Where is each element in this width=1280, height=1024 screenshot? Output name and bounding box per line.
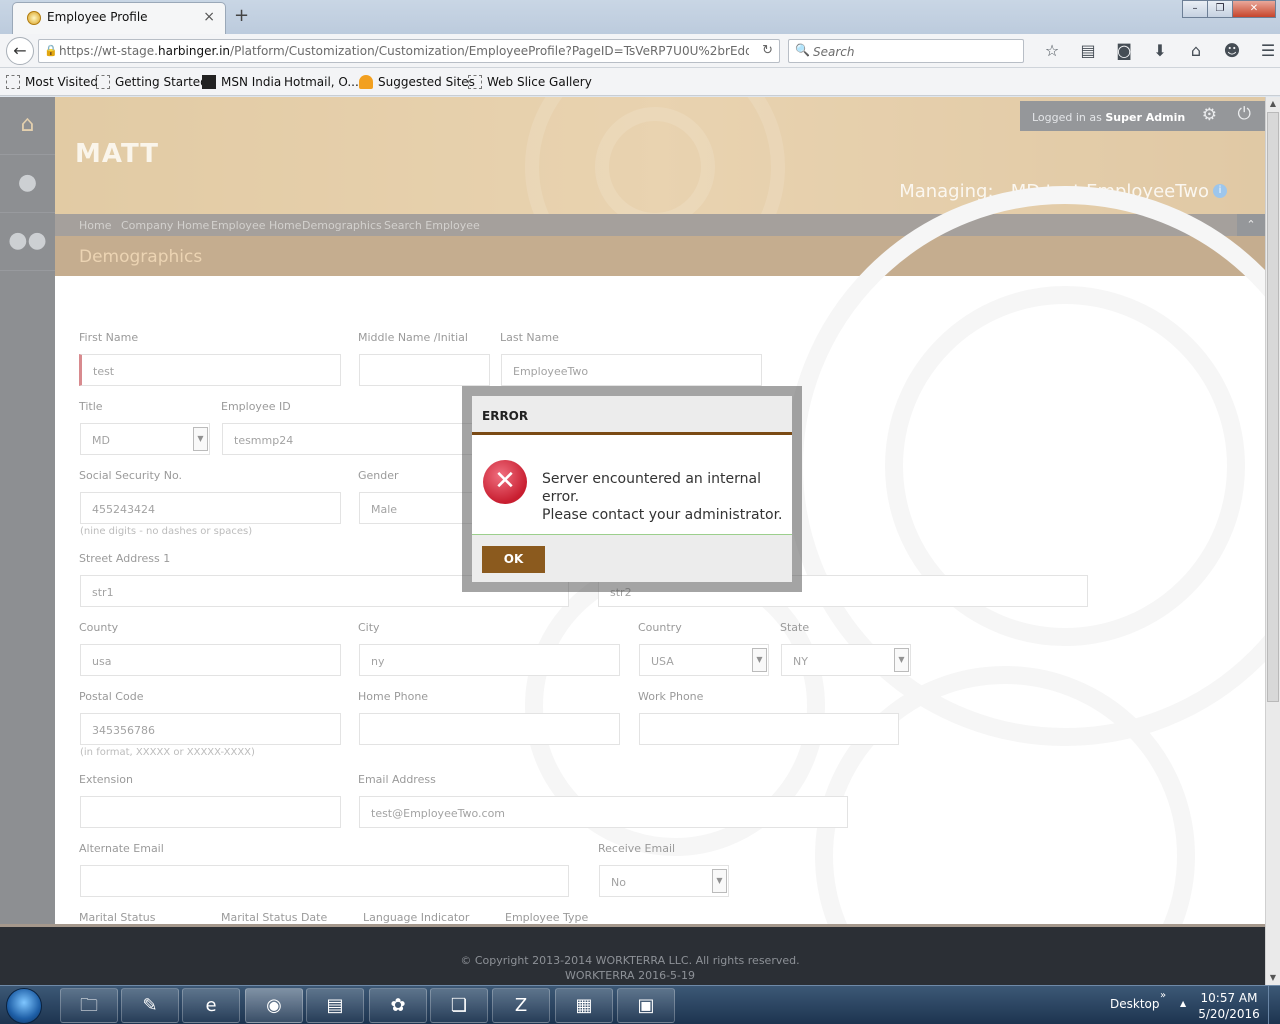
error-icon: ✕	[483, 460, 527, 504]
pocket-icon[interactable]: ◙	[1106, 41, 1142, 60]
browser-taskbar-icon[interactable]: ◉	[245, 988, 303, 1023]
start-button[interactable]	[6, 988, 42, 1024]
bookmark-suggested-sites[interactable]: Suggested Sites	[359, 75, 475, 89]
bookmark-getting-started[interactable]: Getting Started	[96, 75, 208, 89]
page-scrollbar[interactable]: ▲ ▼	[1265, 97, 1280, 985]
dialog-header: ERROR	[472, 396, 792, 435]
dialog-message-line2: Please contact your administrator.	[542, 507, 783, 523]
suggested-sites-icon	[359, 75, 373, 89]
menu-icon[interactable]: ☰	[1250, 41, 1280, 60]
scrollbar-thumb[interactable]	[1267, 112, 1279, 702]
tab-title: Employee Profile	[47, 10, 148, 24]
tray-expand-icon[interactable]: ▲	[1180, 999, 1186, 1008]
clock-date: 5/20/2016	[1198, 1007, 1260, 1021]
toolbar-expand-icon[interactable]: »	[1160, 990, 1166, 1001]
address-bar[interactable]: 🔒 https://wt-stage.harbinger.in/Platform…	[38, 39, 780, 63]
reload-icon[interactable]: ↻	[762, 43, 773, 58]
reading-list-icon[interactable]: ▤	[1070, 41, 1106, 60]
page-footer: © Copyright 2013-2014 WORKTERRA LLC. All…	[0, 924, 1265, 985]
document-taskbar-icon[interactable]: ▤	[306, 988, 364, 1023]
bookmark-most-visited[interactable]: Most Visited	[6, 75, 98, 89]
msn-icon	[202, 75, 216, 89]
notes-taskbar-icon[interactable]: ✎	[121, 988, 179, 1023]
zoom-taskbar-icon[interactable]: Z	[492, 988, 550, 1023]
clock-time: 10:57 AM	[1200, 991, 1258, 1005]
image-viewer-taskbar-icon[interactable]: ▣	[617, 988, 675, 1023]
bookmark-page-icon	[96, 75, 110, 89]
back-button[interactable]: ←	[6, 37, 34, 65]
browser-tab-strip: Employee Profile × + – ❐ ✕	[0, 0, 1280, 34]
bookmark-page-icon	[468, 75, 482, 89]
bookmark-hotmail[interactable]: Hotmail, O...	[284, 75, 359, 89]
new-tab-button[interactable]: +	[234, 5, 249, 26]
url-text: https://wt-stage.harbinger.in/Platform/C…	[59, 44, 749, 58]
search-icon: 🔍	[795, 43, 810, 57]
dialog-title: ERROR	[482, 409, 529, 423]
paint-taskbar-icon[interactable]: ✿	[369, 988, 427, 1023]
scroll-up-icon[interactable]: ▲	[1266, 97, 1280, 111]
lock-icon: 🔒	[44, 44, 58, 57]
dialog-message: Server encountered an internal error. Pl…	[542, 470, 792, 524]
ok-button[interactable]: OK	[482, 546, 545, 573]
scroll-down-icon[interactable]: ▼	[1266, 971, 1280, 985]
footer-version: WORKTERRA 2016-5-19	[565, 969, 695, 982]
sticky-notes-taskbar-icon[interactable]: ❏	[430, 988, 488, 1023]
site-favicon-icon	[27, 11, 41, 25]
tab-close-icon[interactable]: ×	[203, 9, 215, 25]
search-input[interactable]: 🔍 Search	[788, 39, 1024, 63]
footer-copyright: © Copyright 2013-2014 WORKTERRA LLC. All…	[460, 954, 800, 967]
toolbar-icons: ☆ ▤ ◙ ⬇ ⌂ ☻ ☰	[1034, 41, 1280, 60]
windows-taskbar: 🗀 ✎ e ◉ ▤ ✿ ❏ Z ▦ ▣ Desktop » ▲ 10:57 AM…	[0, 985, 1280, 1024]
error-dialog: ERROR ✕ Server encountered an internal e…	[472, 396, 792, 582]
desktop-toolbar-label[interactable]: Desktop	[1110, 997, 1160, 1011]
bookmark-star-icon[interactable]: ☆	[1034, 41, 1070, 60]
show-desktop-button[interactable]	[1268, 986, 1280, 1024]
bookmark-web-slice-gallery[interactable]: Web Slice Gallery	[468, 75, 592, 89]
explorer-taskbar-icon[interactable]: 🗀	[60, 988, 118, 1023]
chat-icon[interactable]: ☻	[1214, 41, 1250, 60]
bookmarks-bar: Most Visited Getting Started MSN India H…	[0, 68, 1280, 96]
window-controls: – ❐ ✕	[1182, 0, 1276, 18]
internet-explorer-taskbar-icon[interactable]: e	[182, 988, 240, 1023]
window-close-button[interactable]: ✕	[1232, 0, 1276, 18]
bookmark-folder-icon	[6, 75, 20, 89]
minimize-button[interactable]: –	[1182, 0, 1208, 18]
clipboard-taskbar-icon[interactable]: ▦	[555, 988, 613, 1023]
clock[interactable]: 10:57 AM 5/20/2016	[1196, 990, 1262, 1022]
home-icon[interactable]: ⌂	[1178, 41, 1214, 60]
download-icon[interactable]: ⬇	[1142, 41, 1178, 60]
browser-tab-employee-profile[interactable]: Employee Profile ×	[12, 2, 226, 34]
search-placeholder: Search	[813, 45, 855, 59]
bookmark-msn-india[interactable]: MSN India	[202, 75, 281, 89]
restore-button[interactable]: ❐	[1207, 0, 1233, 18]
browser-nav-bar: ← 🔒 https://wt-stage.harbinger.in/Platfo…	[0, 34, 1280, 68]
dialog-message-line1: Server encountered an internal error.	[542, 471, 761, 505]
dialog-footer: OK	[472, 534, 792, 582]
